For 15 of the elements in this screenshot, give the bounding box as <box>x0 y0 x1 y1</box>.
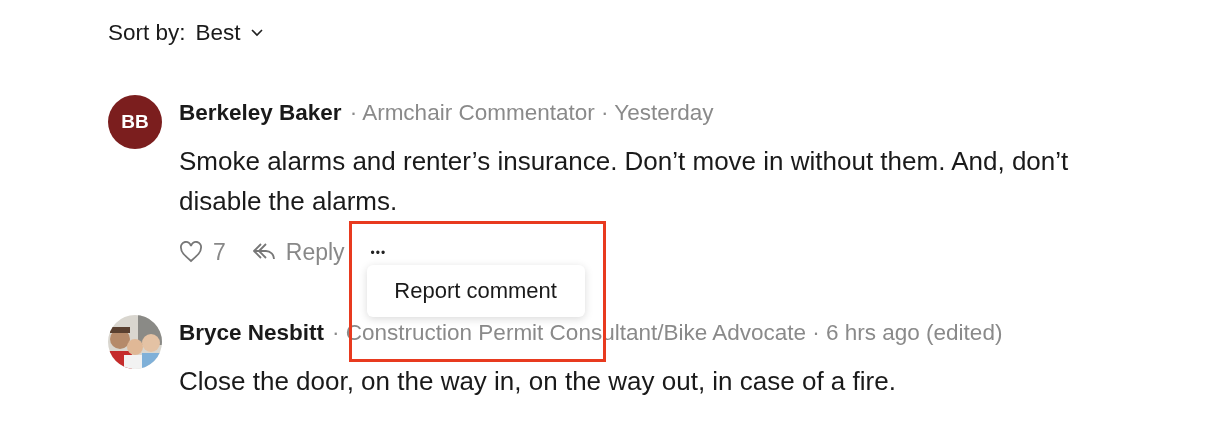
avatar[interactable]: BB <box>108 95 162 149</box>
sort-label: Sort by: <box>108 20 186 46</box>
comment-text: Smoke alarms and renter’s insurance. Don’t move in without them. And, don’t disable the alarms. <box>179 145 1070 218</box>
menu-item[interactable]: Report comment <box>394 278 557 304</box>
author-meta: · Armchair Commentator · Yesterday <box>349 100 714 126</box>
like-button[interactable]: 7 <box>179 238 226 266</box>
comment-text: Close the door, on the way in, on the way out, in case of a fire. <box>179 365 897 398</box>
reply-icon[interactable] <box>251 242 276 262</box>
author-name[interactable]: Bryce Nesbitt <box>179 320 325 346</box>
chevron-down-icon[interactable] <box>250 29 263 37</box>
author-name[interactable]: Berkeley Baker <box>179 100 342 126</box>
heart-icon[interactable] <box>179 241 203 263</box>
reply-button[interactable]: Reply <box>251 238 345 266</box>
sort-dropdown[interactable]: Best <box>195 20 263 46</box>
more-button[interactable]: ••• <box>370 246 387 260</box>
